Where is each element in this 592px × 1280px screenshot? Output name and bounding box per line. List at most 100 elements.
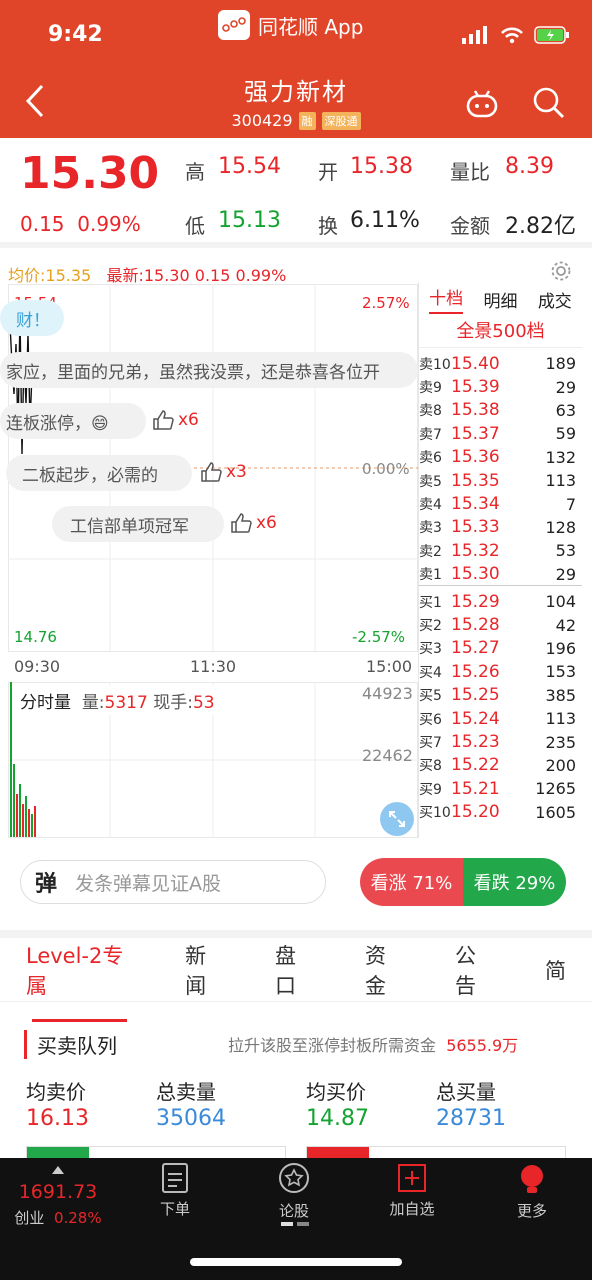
low-value: 15.13 <box>218 208 281 233</box>
ask-level-row[interactable]: 卖3 15.33 128 <box>419 516 582 539</box>
gear-icon[interactable] <box>550 260 572 282</box>
index-ticker[interactable]: 1691.73 创业 0.28% <box>8 1160 108 1228</box>
ask-price: 15.40 <box>451 353 500 374</box>
danmaku-text: 财！ <box>16 310 50 331</box>
limit-up-note-text: 拉升该股至涨停封板所需资金 <box>228 1036 437 1055</box>
bid-level-row[interactable]: 买1 15.29 104 <box>419 590 582 613</box>
full-depth-link[interactable]: 全景500档 <box>419 316 582 348</box>
bid-volume: 385 <box>545 685 576 705</box>
danmaku-bubble[interactable]: 连板涨停，😄 <box>0 403 146 439</box>
bid-level-row[interactable]: 买10 15.20 1605 <box>419 801 582 824</box>
tab-trades[interactable]: 成交 <box>538 287 572 312</box>
ask-level-row[interactable]: 卖8 15.38 63 <box>419 399 582 422</box>
danmaku-toggle-icon[interactable]: 弹 <box>35 866 57 898</box>
bid-level-row[interactable]: 买8 15.22 200 <box>419 754 582 777</box>
total-sell-value: 35064 <box>156 1106 226 1131</box>
nav-order[interactable]: 下单 <box>135 1162 215 1219</box>
more-icon <box>521 1165 543 1193</box>
like-count: x6 <box>178 410 199 430</box>
robot-icon[interactable] <box>464 86 500 122</box>
ask-level-row[interactable]: 卖9 15.39 29 <box>419 375 582 398</box>
ask-level-row[interactable]: 卖4 15.34 7 <box>419 492 582 515</box>
like-button[interactable]: x6 <box>230 512 277 534</box>
danmaku-input[interactable]: 弹 发条弹幕见证A股 <box>20 860 326 904</box>
tab-news[interactable]: 新闻 <box>159 940 249 1000</box>
bid-level-row[interactable]: 买7 15.23 235 <box>419 730 582 753</box>
bearish-button[interactable]: 看跌 29% <box>463 858 566 906</box>
ask-price: 15.38 <box>451 400 500 421</box>
like-button[interactable]: x3 <box>200 461 247 483</box>
index-name: 创业 <box>14 1209 45 1227</box>
bid-level-label: 买8 <box>419 758 442 775</box>
stock-name: 强力新材 <box>244 78 348 106</box>
danmaku-bubble[interactable]: 工信部单项冠军 <box>52 506 224 542</box>
avg-sell-value: 16.13 <box>26 1106 89 1131</box>
document-icon <box>162 1163 188 1193</box>
search-icon[interactable] <box>532 86 566 120</box>
danmaku-bubble[interactable]: 二板起步，必需的 <box>6 455 192 491</box>
like-button[interactable]: x6 <box>152 409 199 431</box>
last-price: 15.30 <box>20 148 160 199</box>
ask-level-row[interactable]: 卖1 15.30 29 <box>419 563 582 586</box>
ask-volume: 53 <box>555 541 576 561</box>
status-time: 9:42 <box>48 22 103 47</box>
danmaku-bubble[interactable]: 财！ <box>0 300 64 336</box>
bid-price: 15.29 <box>451 591 500 612</box>
ask-level-label: 卖5 <box>419 473 442 490</box>
ask-volume: 29 <box>555 377 576 397</box>
stock-code: 300429 <box>231 111 293 130</box>
time-noon: 11:30 <box>190 657 237 676</box>
danmaku-bubble[interactable]: 家应，里面的兄弟，虽然我没票，还是恭喜各位开 <box>0 352 418 388</box>
bid-price: 15.24 <box>451 708 500 729</box>
bid-level-row[interactable]: 买9 15.21 1265 <box>419 777 582 800</box>
tab-announcements[interactable]: 公告 <box>429 940 519 1000</box>
bid-level-row[interactable]: 买6 15.24 113 <box>419 707 582 730</box>
open-value: 15.38 <box>350 154 413 179</box>
ask-level-row[interactable]: 卖2 15.32 53 <box>419 539 582 562</box>
app-logo-icon <box>218 10 250 40</box>
chart-top-pct: 2.57% <box>362 294 410 312</box>
ask-level-row[interactable]: 卖6 15.36 132 <box>419 446 582 469</box>
open-label: 开 <box>318 160 338 184</box>
vol-top-value: 44923 <box>362 684 413 703</box>
expand-icon[interactable] <box>380 802 414 836</box>
tab-ten-levels[interactable]: 十档 <box>429 284 464 314</box>
ask-price: 15.39 <box>451 377 500 398</box>
queue-title: 买卖队列 <box>24 1030 117 1059</box>
avg-buy-value: 14.87 <box>306 1106 369 1131</box>
add-box-icon <box>398 1164 426 1192</box>
ask-level-row[interactable]: 卖7 15.37 59 <box>419 422 582 445</box>
ask-volume: 189 <box>545 354 576 374</box>
avg-sell-label: 均卖价 <box>26 1080 86 1104</box>
tab-level2[interactable]: Level-2专属 <box>0 940 159 1022</box>
nav-add-watchlist[interactable]: 加自选 <box>372 1162 452 1219</box>
danmaku-text: 连板涨停，😄 <box>6 413 109 434</box>
limit-up-funds: 5655.9万 <box>446 1036 519 1055</box>
nav-forum[interactable]: 论股 <box>254 1162 334 1221</box>
time-close: 15:00 <box>366 657 413 676</box>
home-indicator[interactable] <box>190 1258 402 1266</box>
bid-level-row[interactable]: 买5 15.25 385 <box>419 684 582 707</box>
like-count: x6 <box>256 513 277 533</box>
tab-detail[interactable]: 明细 <box>483 287 517 312</box>
star-chat-icon <box>279 1163 309 1193</box>
bid-level-row[interactable]: 买4 15.26 153 <box>419 660 582 683</box>
index-pct: 0.28% <box>53 1209 102 1227</box>
ask-price: 15.34 <box>451 494 500 515</box>
tab-funds[interactable]: 资金 <box>339 940 429 1000</box>
ask-volume: 63 <box>555 400 576 420</box>
ask-level-row[interactable]: 卖5 15.35 113 <box>419 469 582 492</box>
bid-level-row[interactable]: 买2 15.28 42 <box>419 613 582 636</box>
bid-level-row[interactable]: 买3 15.27 196 <box>419 637 582 660</box>
bid-price: 15.27 <box>451 638 500 659</box>
app-switcher[interactable]: 同花顺 App <box>218 10 363 40</box>
amount-label: 金额 <box>450 214 490 238</box>
ask-volume: 7 <box>565 494 576 514</box>
nav-add-label: 加自选 <box>389 1200 435 1218</box>
bullish-button[interactable]: 看涨 71% <box>360 858 463 906</box>
tab-handicap[interactable]: 盘口 <box>249 940 339 1000</box>
tab-brief[interactable]: 简 <box>519 955 592 985</box>
ask-level-row[interactable]: 卖10 15.40 189 <box>419 352 582 375</box>
nav-more[interactable]: 更多 <box>492 1162 572 1221</box>
wifi-icon <box>501 27 523 44</box>
